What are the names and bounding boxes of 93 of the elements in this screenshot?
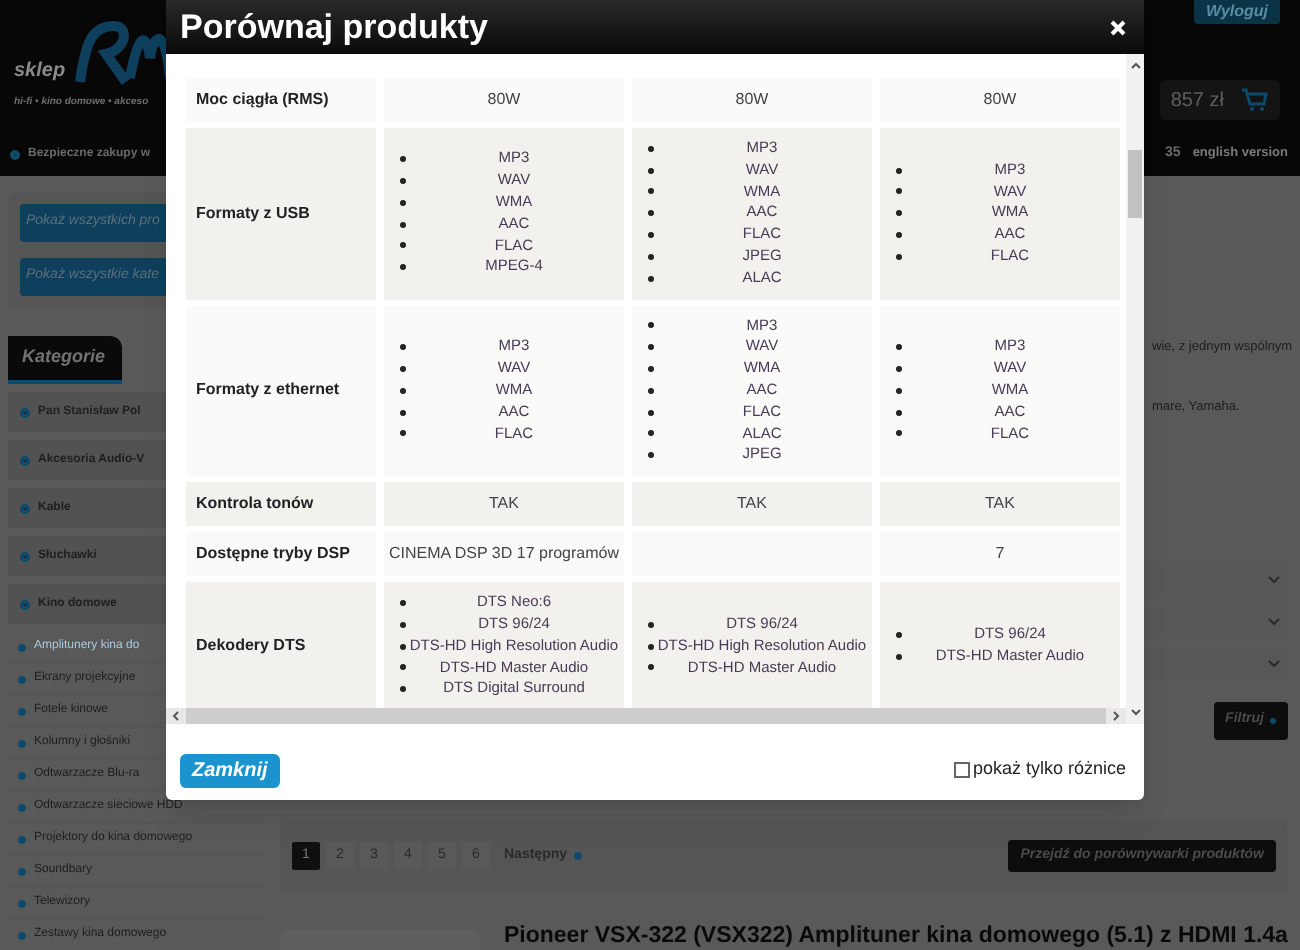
bullet-icon: [648, 232, 654, 239]
product-title[interactable]: Pioneer VSX-322 (VSX322) Amplituner kina domowego (5.1) z HDMI 1.4a: [504, 920, 1288, 950]
bullet-icon: [18, 739, 26, 747]
cart-total: 857 zł: [1168, 87, 1226, 115]
bullet-icon: [20, 551, 30, 561]
bullet-icon: [896, 430, 902, 437]
bullet-icon: [400, 242, 406, 249]
row-label: Formaty z USB: [186, 128, 376, 300]
bullet-icon: [18, 803, 26, 811]
bullet-icon: [400, 600, 406, 607]
bullet-icon: [896, 409, 902, 416]
bullet-icon: [648, 322, 654, 329]
bullet-icon: [18, 835, 26, 843]
bullet-icon: [648, 275, 654, 282]
bullet-icon: [648, 210, 654, 217]
bullet-icon: [648, 643, 654, 650]
chevron-down-icon: [1268, 617, 1280, 625]
bullet-icon: [20, 407, 30, 417]
table-cell: CINEMA DSP 3D 17 programów: [384, 532, 624, 577]
logo-text: sklep: [14, 58, 66, 86]
bullet-icon: [573, 852, 582, 860]
bullet-icon: [400, 221, 406, 228]
bullet-icon: [400, 664, 406, 671]
bullet-icon: [648, 253, 654, 260]
vertical-scrollbar[interactable]: [1126, 54, 1144, 724]
bullet-icon: [648, 167, 654, 174]
row-label: Formaty z ethernet: [186, 305, 376, 477]
bullet-icon: [896, 387, 902, 394]
bullet-icon: [400, 430, 406, 437]
bullet-icon: [648, 621, 654, 628]
bullet-icon: [400, 409, 406, 416]
close-icon[interactable]: [1110, 19, 1126, 35]
bullet-icon: [400, 643, 406, 650]
chevron-down-icon: [1268, 659, 1280, 667]
bullet-icon: [896, 253, 902, 260]
bullet-icon: [20, 455, 30, 465]
bullet-icon: [896, 188, 902, 195]
scrollbar-thumb[interactable]: [1128, 150, 1142, 218]
bullet-icon: [648, 452, 654, 459]
cart-widget[interactable]: 857 zł: [1160, 80, 1280, 120]
bullet-icon: [18, 867, 26, 875]
logout-button[interactable]: Wyloguj: [1194, 0, 1280, 24]
bullet-icon: [400, 178, 406, 185]
bullet-icon: [400, 686, 406, 693]
row-label: Kontrola tonów: [186, 482, 376, 527]
bullet-icon: [648, 664, 654, 671]
categories-title: Kategorie: [22, 344, 106, 371]
close-button[interactable]: Zamknij: [180, 753, 280, 787]
table-cell: 80W: [880, 78, 1120, 122]
bullet-icon: [400, 387, 406, 394]
bullet-icon: [10, 149, 20, 159]
bullet-icon: [896, 167, 902, 174]
bullet-icon: [648, 344, 654, 351]
bullet-icon: [400, 264, 406, 271]
row-label: Dekodery DTS: [186, 582, 376, 708]
table-cell: 80W: [384, 78, 624, 122]
bullet-icon: [400, 366, 406, 373]
cart-icon: [1240, 88, 1272, 112]
bullet-icon: [18, 931, 26, 939]
bullet-icon: [896, 232, 902, 239]
bullet-icon: [18, 675, 26, 683]
bullet-icon: [400, 156, 406, 163]
bullet-icon: [648, 366, 654, 373]
row-label: Moc ciągła (RMS): [186, 78, 376, 122]
bullet-icon: [400, 199, 406, 206]
bullet-icon: [18, 643, 26, 651]
bullet-icon: [648, 409, 654, 416]
row-label: Dostępne tryby DSP: [186, 532, 376, 577]
bullet-icon: [896, 210, 902, 217]
bullet-icon: [20, 503, 30, 513]
bullet-icon: [648, 188, 654, 195]
bullet-icon: [18, 771, 26, 779]
table-cell: TAK: [632, 482, 872, 527]
bullet-icon: [896, 344, 902, 351]
bullet-icon: [18, 707, 26, 715]
table-cell: TAK: [880, 482, 1120, 527]
bullet-icon: [648, 430, 654, 437]
table-cell: 7: [880, 532, 1120, 577]
checkbox-label: pokaż tylko różnice: [972, 756, 1126, 783]
bullet-icon: [20, 599, 30, 609]
bullet-icon: [648, 145, 654, 152]
bullet-icon: [648, 387, 654, 394]
bullet-icon: [896, 632, 902, 639]
bullet-icon: [896, 366, 902, 373]
bullet-icon: [896, 654, 902, 661]
checkbox[interactable]: [954, 762, 971, 778]
bullet-icon: [18, 899, 26, 907]
chevron-down-icon: [1268, 575, 1280, 583]
dialog-title: Porównaj produkty: [180, 5, 488, 50]
bullet-icon: [400, 344, 406, 351]
bullet-icon: [400, 621, 406, 628]
table-cell: 80W: [632, 78, 872, 122]
table-cell: TAK: [384, 482, 624, 527]
